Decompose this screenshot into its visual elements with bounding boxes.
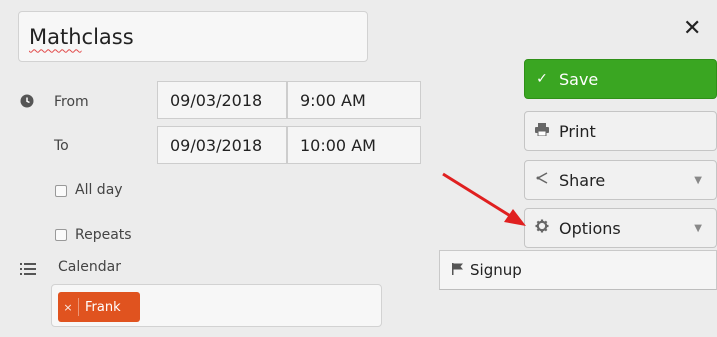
share-label: Share: [559, 170, 606, 190]
close-icon[interactable]: ✕: [683, 18, 701, 40]
repeats-checkbox[interactable]: [55, 229, 67, 241]
flag-icon: [452, 261, 464, 279]
caret-down-icon: ▼: [694, 222, 702, 234]
from-date-input[interactable]: 09/03/2018: [157, 81, 287, 119]
calendar-label: Calendar: [58, 259, 121, 275]
tag-separator: [78, 298, 79, 316]
printer-icon: [525, 122, 559, 140]
menu-item-signup[interactable]: Signup: [440, 261, 522, 279]
all-day-label: All day: [75, 182, 123, 198]
share-button[interactable]: Share ▼: [524, 160, 717, 200]
calendar-tag-frank: × Frank: [58, 292, 140, 322]
to-label: To: [54, 138, 69, 154]
menu-item-label: Signup: [470, 261, 522, 279]
event-title-input[interactable]: Math class: [18, 11, 368, 62]
to-time-input[interactable]: 10:00 AM: [287, 126, 421, 164]
save-button[interactable]: ✓ Save: [524, 59, 717, 99]
list-icon: [20, 260, 36, 279]
options-button[interactable]: Options ▼: [524, 208, 717, 248]
caret-down-icon: ▼: [694, 174, 702, 186]
all-day-checkbox[interactable]: [55, 185, 67, 197]
annotation-arrow: [442, 172, 526, 226]
share-icon: [525, 172, 559, 188]
tag-label: Frank: [85, 299, 121, 315]
options-dropdown-menu: Signup: [439, 250, 717, 290]
save-label: Save: [559, 69, 599, 89]
to-date-input[interactable]: 09/03/2018: [157, 126, 287, 164]
print-button[interactable]: Print: [524, 111, 717, 151]
print-label: Print: [559, 121, 596, 141]
from-time-input[interactable]: 9:00 AM: [287, 81, 421, 119]
clock-icon: [20, 93, 34, 112]
title-spellcheck-word: Math: [29, 24, 82, 49]
repeats-label: Repeats: [75, 227, 132, 243]
tag-remove-icon[interactable]: ×: [58, 301, 78, 314]
gear-icon: [525, 219, 559, 237]
title-rest: class: [81, 24, 134, 49]
check-icon: ✓: [536, 71, 548, 87]
options-label: Options: [559, 218, 621, 238]
from-label: From: [54, 94, 89, 110]
